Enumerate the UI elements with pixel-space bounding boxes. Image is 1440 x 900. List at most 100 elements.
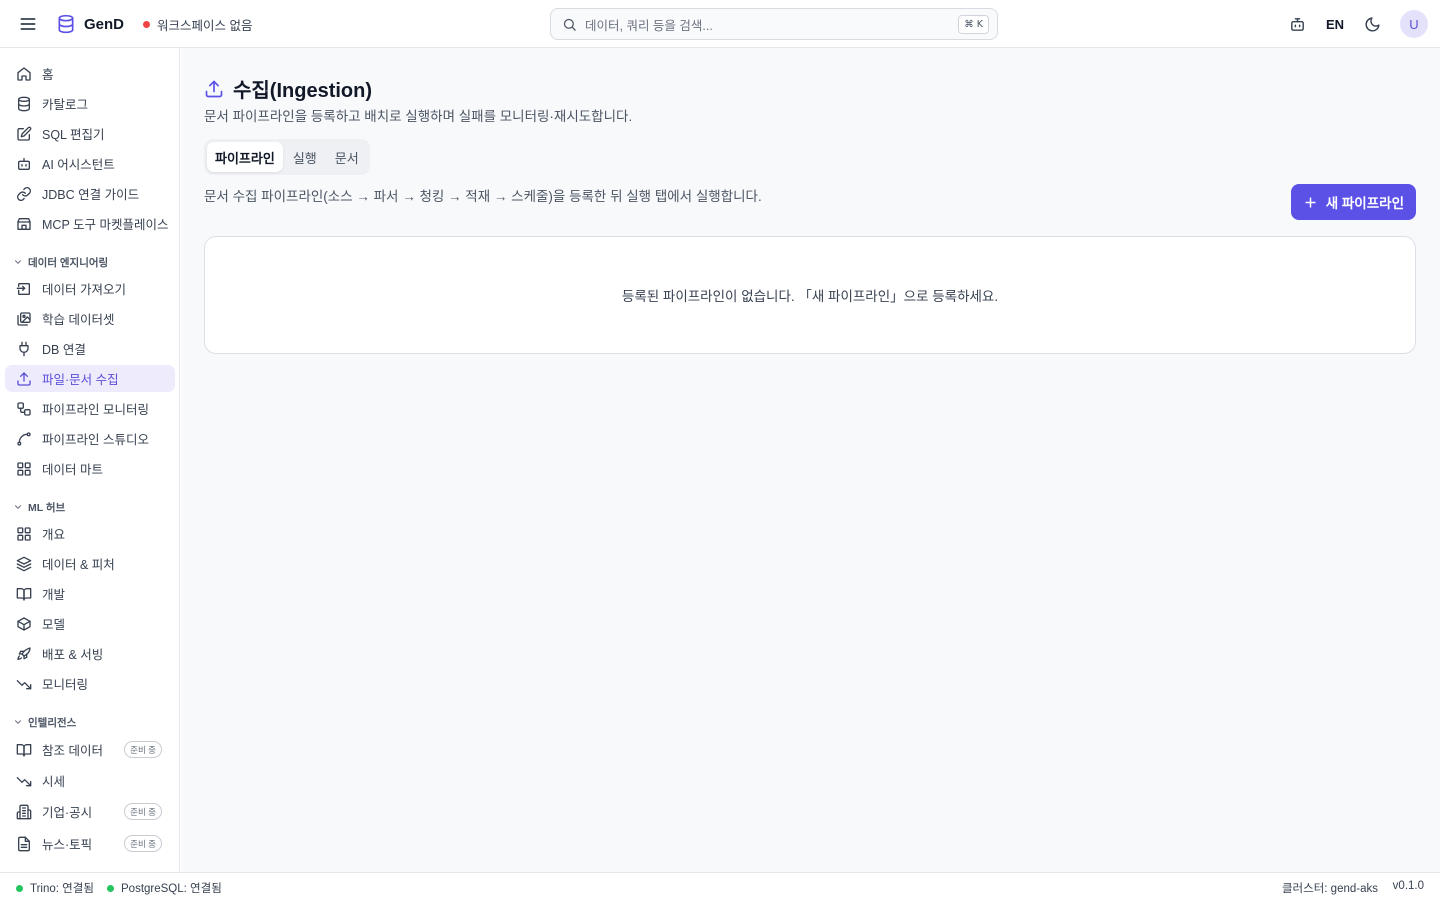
sidebar-item-label: 파이프라인 모니터링 bbox=[42, 403, 149, 417]
sidebar-item-label: SQL 편집기 bbox=[42, 128, 105, 142]
sidebar-item-pipeline-studio[interactable]: 파이프라인 스튜디오 bbox=[5, 425, 175, 452]
sidebar-item-label: 데이터 가져오기 bbox=[42, 283, 126, 297]
import-icon bbox=[16, 281, 32, 297]
global-search[interactable]: 데이터, 쿼리 등을 검색... ⌘ K bbox=[550, 8, 998, 40]
home-icon bbox=[16, 66, 32, 82]
status-badge: 준비 중 bbox=[124, 835, 162, 852]
tab-list: 파이프라인 실행 문서 bbox=[204, 139, 370, 175]
section-title: ML 허브 bbox=[28, 501, 66, 514]
sidebar-item-label: 뉴스·토픽 bbox=[42, 838, 93, 852]
sidebar-item-jdbc-guide[interactable]: JDBC 연결 가이드 bbox=[5, 180, 175, 207]
sidebar: 홈 카탈로그 SQL 편집기 AI 어시스턴트 JDBC 연결 가이드 MCP … bbox=[0, 48, 180, 872]
workspace-status-dot bbox=[143, 20, 150, 28]
sidebar-item-reference-data[interactable]: 참조 데이터 준비 중 bbox=[5, 736, 175, 763]
sidebar-item-data-import[interactable]: 데이터 가져오기 bbox=[5, 275, 175, 302]
sidebar-item-sql-editor[interactable]: SQL 편집기 bbox=[5, 120, 175, 147]
plus-icon bbox=[1303, 195, 1318, 210]
chevron-down-icon bbox=[13, 257, 23, 267]
sidebar-item-training-dataset[interactable]: 학습 데이터셋 bbox=[5, 305, 175, 332]
sidebar-item-label: 모니터링 bbox=[42, 678, 89, 692]
sidebar-item-data-features[interactable]: 데이터 & 피처 bbox=[5, 550, 175, 577]
workflow-icon bbox=[16, 401, 32, 417]
sidebar-item-company-filings[interactable]: 기업·공시 준비 중 bbox=[5, 798, 175, 825]
sidebar-item-label: 데이터 & 피처 bbox=[42, 558, 115, 572]
sidebar-item-data-mart[interactable]: 데이터 마트 bbox=[5, 455, 175, 482]
images-icon bbox=[16, 311, 32, 327]
sidebar-item-market-prices[interactable]: 시세 bbox=[5, 767, 175, 794]
connected-dot bbox=[107, 884, 114, 892]
database-logo-icon bbox=[56, 13, 76, 35]
tab-pipelines[interactable]: 파이프라인 bbox=[207, 142, 283, 172]
section-title: 인텔리전스 bbox=[28, 716, 77, 729]
new-pipeline-label: 새 파이프라인 bbox=[1325, 196, 1404, 211]
sidebar-item-db-connection[interactable]: DB 연결 bbox=[5, 335, 175, 362]
sidebar-item-development[interactable]: 개발 bbox=[5, 580, 175, 607]
bot-icon[interactable] bbox=[1288, 14, 1308, 34]
trend-down-icon bbox=[16, 773, 32, 789]
tab-documents[interactable]: 문서 bbox=[327, 142, 367, 172]
section-intelligence[interactable]: 인텔리전스 bbox=[13, 714, 76, 730]
page-subtitle: 문서 파이프라인을 등록하고 배치로 실행하며 실패를 모니터링·재시도합니다. bbox=[204, 109, 633, 124]
sidebar-item-label: 기업·공시 bbox=[42, 806, 93, 820]
file-text-icon bbox=[16, 836, 32, 852]
sidebar-item-label: 시세 bbox=[42, 775, 66, 789]
sidebar-item-pipeline-monitoring[interactable]: 파이프라인 모니터링 bbox=[5, 395, 175, 422]
trino-status: Trino: 연결됨 bbox=[16, 880, 94, 896]
section-ml-hub[interactable]: ML 허브 bbox=[13, 499, 65, 515]
sidebar-item-mcp-marketplace[interactable]: MCP 도구 마켓플레이스 bbox=[5, 210, 175, 237]
main-content: 수집(Ingestion) 문서 파이프라인을 등록하고 배치로 실행하며 실패… bbox=[181, 48, 1440, 872]
sidebar-item-label: 카탈로그 bbox=[42, 98, 89, 112]
chevron-down-icon bbox=[13, 717, 23, 727]
search-shortcut-hint: ⌘ K bbox=[958, 14, 989, 34]
empty-state-message: 등록된 파이프라인이 없습니다. 「새 파이프라인」으로 등록하세요. bbox=[621, 289, 999, 304]
sidebar-item-ml-overview[interactable]: 개요 bbox=[5, 520, 175, 547]
chevron-down-icon bbox=[13, 502, 23, 512]
sidebar-item-label: JDBC 연결 가이드 bbox=[42, 188, 140, 202]
app-name: GenD bbox=[84, 15, 125, 33]
sidebar-item-label: 개발 bbox=[42, 588, 66, 602]
bot-icon bbox=[16, 156, 32, 172]
workspace-status-label: 워크스페이스 없음 bbox=[157, 18, 253, 33]
sidebar-item-file-ingestion[interactable]: 파일·문서 수집 bbox=[5, 365, 175, 392]
sidebar-item-label: 참조 데이터 bbox=[42, 744, 103, 758]
moon-icon[interactable] bbox=[1362, 14, 1382, 34]
top-bar: GenD 워크스페이스 없음 데이터, 쿼리 등을 검색... ⌘ K EN U bbox=[0, 0, 1440, 48]
sidebar-item-label: MCP 도구 마켓플레이스 bbox=[42, 218, 169, 232]
status-badge: 준비 중 bbox=[124, 803, 162, 820]
sidebar-item-label: 홈 bbox=[42, 68, 54, 82]
sidebar-item-label: 모델 bbox=[42, 618, 66, 632]
sidebar-item-news-topics[interactable]: 뉴스·토픽 준비 중 bbox=[5, 830, 175, 857]
sidebar-item-label: 파이프라인 스튜디오 bbox=[42, 433, 149, 447]
search-input[interactable]: 데이터, 쿼리 등을 검색... bbox=[585, 15, 950, 34]
postgres-status-label: PostgreSQL: 연결됨 bbox=[121, 883, 222, 895]
sidebar-item-ml-monitoring[interactable]: 모니터링 bbox=[5, 670, 175, 697]
sidebar-item-models[interactable]: 모델 bbox=[5, 610, 175, 637]
tab-description: 문서 수집 파이프라인(소스 → 파서 → 청킹 → 적재 → 스케줄)을 등록… bbox=[204, 189, 762, 204]
connected-dot bbox=[16, 884, 23, 892]
brand-logo[interactable]: GenD bbox=[56, 12, 124, 36]
trend-down-icon bbox=[16, 676, 32, 692]
book-icon bbox=[16, 742, 32, 758]
sidebar-item-home[interactable]: 홈 bbox=[5, 60, 175, 87]
tab-runs[interactable]: 실행 bbox=[285, 142, 325, 172]
sidebar-item-ai-assistant[interactable]: AI 어시스턴트 bbox=[5, 150, 175, 177]
menu-icon[interactable] bbox=[18, 14, 38, 34]
trino-status-label: Trino: 연결됨 bbox=[30, 883, 94, 895]
header-actions: EN U bbox=[1288, 10, 1428, 38]
workspace-selector[interactable]: 워크스페이스 없음 bbox=[143, 14, 252, 34]
book-icon bbox=[16, 586, 32, 602]
new-pipeline-button[interactable]: 새 파이프라인 bbox=[1290, 184, 1416, 220]
sidebar-item-deploy-serving[interactable]: 배포 & 서빙 bbox=[5, 640, 175, 667]
user-avatar[interactable]: U bbox=[1400, 10, 1428, 38]
version-label: v0.1.0 bbox=[1392, 880, 1424, 892]
section-data-engineering[interactable]: 데이터 엔지니어링 bbox=[13, 254, 108, 270]
sidebar-item-label: DB 연결 bbox=[42, 343, 86, 357]
page-title: 수집(Ingestion) bbox=[233, 80, 373, 102]
layers-icon bbox=[16, 556, 32, 572]
upload-icon bbox=[204, 79, 224, 99]
sidebar-item-catalog[interactable]: 카탈로그 bbox=[5, 90, 175, 117]
upload-icon bbox=[16, 371, 32, 387]
sidebar-item-label: 학습 데이터셋 bbox=[42, 313, 115, 327]
edit-icon bbox=[16, 126, 32, 142]
language-toggle[interactable]: EN bbox=[1326, 17, 1344, 32]
